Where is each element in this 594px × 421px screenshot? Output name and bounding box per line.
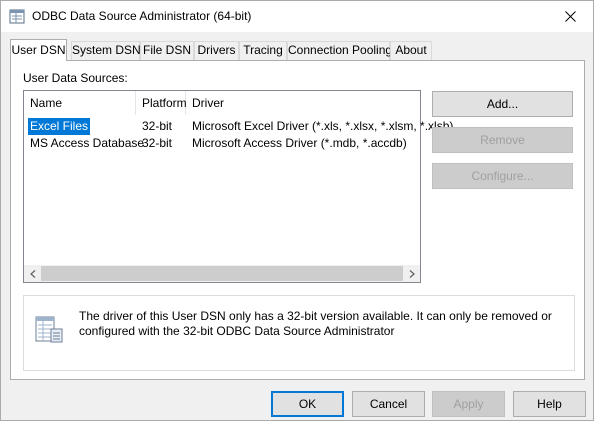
title-bar: ODBC Data Source Administrator (64-bit) <box>1 1 593 32</box>
configure-button[interactable]: Configure... <box>432 163 573 189</box>
tab-drivers[interactable]: Drivers <box>194 41 239 60</box>
tab-about[interactable]: About <box>390 41 432 60</box>
remove-button[interactable]: Remove <box>432 127 573 153</box>
tab-connection-pooling[interactable]: Connection Pooling <box>287 41 392 60</box>
row-driver: Microsoft Excel Driver (*.xls, *.xlsx, *… <box>192 119 454 133</box>
ok-button[interactable]: OK <box>271 391 344 417</box>
row-platform: 32-bit <box>142 119 173 133</box>
list-header: Name Platform Driver <box>24 91 420 115</box>
window-title: ODBC Data Source Administrator (64-bit) <box>32 9 252 23</box>
info-box: The driver of this User DSN only has a 3… <box>23 295 575 371</box>
help-button[interactable]: Help <box>513 391 586 417</box>
tab-file-dsn[interactable]: File DSN <box>140 41 194 60</box>
horizontal-scrollbar[interactable] <box>24 265 420 282</box>
tab-system-dsn[interactable]: System DSN <box>71 41 141 60</box>
user-data-sources-label: User Data Sources: <box>23 71 128 85</box>
tab-user-dsn[interactable]: User DSN <box>10 39 67 61</box>
scrollbar-thumb[interactable] <box>41 266 403 281</box>
scroll-right-button[interactable] <box>403 265 420 282</box>
user-dsn-panel: User Data Sources: Name Platform Driver … <box>10 60 585 380</box>
odbc-admin-window: ODBC Data Source Administrator (64-bit) … <box>0 0 594 421</box>
close-button[interactable] <box>547 1 593 32</box>
cancel-button[interactable]: Cancel <box>352 391 425 417</box>
column-header-name[interactable]: Name <box>24 91 136 115</box>
scroll-left-button[interactable] <box>24 265 41 282</box>
row-driver: Microsoft Access Driver (*.mdb, *.accdb) <box>192 136 407 150</box>
column-header-platform[interactable]: Platform <box>136 91 187 115</box>
row-name: Excel Files <box>28 118 91 135</box>
list-item[interactable]: MS Access Database 32-bit Microsoft Acce… <box>24 135 420 152</box>
tab-tracing[interactable]: Tracing <box>239 41 287 60</box>
row-name: MS Access Database <box>30 136 145 150</box>
apply-button[interactable]: Apply <box>432 391 505 417</box>
data-source-list[interactable]: Name Platform Driver Excel Files 32-bit … <box>23 90 453 283</box>
add-button[interactable]: Add... <box>432 91 573 117</box>
odbc-app-icon <box>9 9 25 24</box>
list-item[interactable]: Excel Files 32-bit Microsoft Excel Drive… <box>24 118 453 135</box>
row-platform: 32-bit <box>142 136 173 150</box>
column-header-driver[interactable]: Driver <box>186 91 420 115</box>
close-icon <box>564 11 576 22</box>
data-source-icon <box>34 313 64 345</box>
info-message: The driver of this User DSN only has a 3… <box>79 309 552 338</box>
chevron-right-icon <box>409 269 415 278</box>
chevron-left-icon <box>29 269 35 278</box>
